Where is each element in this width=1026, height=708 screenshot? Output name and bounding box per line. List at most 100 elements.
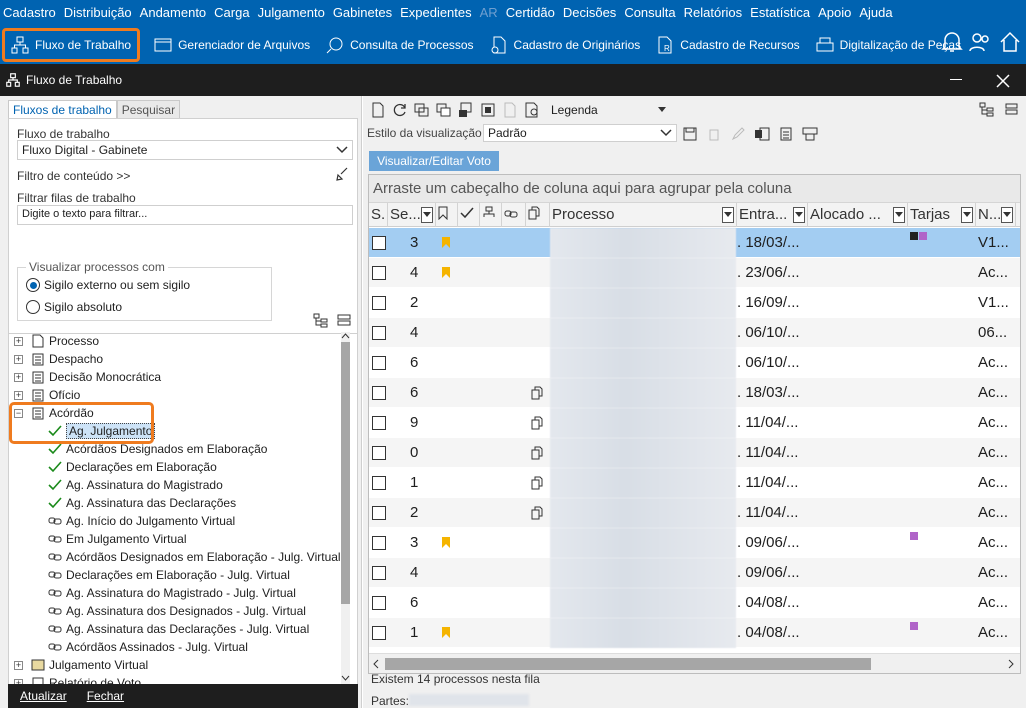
column-header-tree[interactable] <box>480 203 502 227</box>
table-row[interactable]: 4 . 23/06/... Ac... <box>369 257 1020 288</box>
columns-icon[interactable] <box>801 125 819 143</box>
row-checkbox[interactable] <box>372 295 386 310</box>
fluxo-trabalho-button[interactable]: Fluxo de Trabalho <box>2 27 141 62</box>
filter-dropdown-icon[interactable] <box>722 207 734 223</box>
row-select-cell[interactable] <box>369 408 388 438</box>
column-header-attach[interactable] <box>526 203 550 227</box>
menu-andamento[interactable]: Andamento <box>140 5 207 20</box>
table-row[interactable]: 1 . 04/08/... Ac... <box>369 617 1020 648</box>
column-header-seq[interactable]: Se... <box>388 203 436 227</box>
home-icon[interactable] <box>998 30 1022 54</box>
table-row[interactable]: 1 . 11/04/... Ac... <box>369 467 1020 498</box>
row-checkbox[interactable] <box>372 565 386 580</box>
row-checkbox[interactable] <box>372 355 386 370</box>
chevron-down-icon[interactable] <box>341 674 350 682</box>
filter-dropdown-icon[interactable] <box>893 207 905 223</box>
chevron-left-icon[interactable] <box>372 659 380 669</box>
column-header-s[interactable]: S. <box>369 203 388 227</box>
close-icon[interactable] <box>996 74 1010 88</box>
column-header-n[interactable]: N... <box>976 203 1016 227</box>
move-icon[interactable] <box>413 101 431 119</box>
cadastro-originarios-button[interactable]: Cadastro de Originários <box>484 28 647 62</box>
tree-hierarchy-icon[interactable] <box>313 313 328 328</box>
row-processo-cell[interactable] <box>550 317 737 348</box>
row-select-cell[interactable] <box>369 588 388 618</box>
tab-fluxos[interactable]: Fluxos de trabalho <box>8 100 117 120</box>
row-processo-cell[interactable] <box>550 557 737 588</box>
row-select-cell[interactable] <box>369 528 388 558</box>
broom-icon[interactable] <box>335 167 349 181</box>
estilo-select[interactable]: Padrão <box>483 124 677 142</box>
tree-item-assinados-virtual[interactable]: Acórdãos Assinados - Julg. Virtual <box>48 638 248 656</box>
chevron-up-icon[interactable] <box>341 332 350 340</box>
legenda-label[interactable]: Legenda <box>551 103 598 117</box>
menu-expedientes[interactable]: Expedientes <box>400 5 472 20</box>
filtrar-input[interactable]: Digite o texto para filtrar... <box>17 205 353 225</box>
atualizar-button[interactable]: Atualizar <box>20 689 67 703</box>
tree-item-magistrado-virtual[interactable]: Ag. Assinatura do Magistrado - Julg. Vir… <box>48 584 296 602</box>
tree-item-designados-assinatura-virtual[interactable]: Ag. Assinatura dos Designados - Julg. Vi… <box>48 602 306 620</box>
column-header-processo[interactable]: Processo <box>550 203 737 227</box>
radio-sigilo-absoluto[interactable]: Sigilo absoluto <box>26 300 122 314</box>
users-icon[interactable] <box>968 30 992 54</box>
row-processo-cell[interactable] <box>550 227 737 258</box>
tree-item-declaracoes-virtual[interactable]: Declarações em Elaboração - Julg. Virtua… <box>48 566 290 584</box>
row-checkbox[interactable] <box>372 625 386 640</box>
menu-apoio[interactable]: Apoio <box>818 5 851 20</box>
row-select-cell[interactable] <box>369 378 388 408</box>
fechar-button[interactable]: Fechar <box>87 689 124 703</box>
tree-item-em-julgamento-virtual[interactable]: Em Julgamento Virtual <box>48 530 187 548</box>
filter-dropdown-icon[interactable] <box>793 207 805 223</box>
excel-icon[interactable] <box>753 125 771 143</box>
row-checkbox[interactable] <box>372 475 386 490</box>
menu-decisoes[interactable]: Decisões <box>563 5 616 20</box>
dropdown-arrow-icon[interactable] <box>657 107 666 113</box>
row-checkbox[interactable] <box>372 595 386 610</box>
row-processo-cell[interactable] <box>550 437 737 468</box>
refresh-icon[interactable] <box>391 101 409 119</box>
consulta-processos-button[interactable]: Consulta de Processos <box>320 28 479 62</box>
row-select-cell[interactable] <box>369 228 388 258</box>
row-processo-cell[interactable] <box>550 467 737 498</box>
menu-julgamento[interactable]: Julgamento <box>258 5 325 20</box>
minimize-button[interactable] <box>950 79 962 80</box>
table-row[interactable]: 3 . 09/06/... Ac... <box>369 527 1020 558</box>
collapse-icon[interactable] <box>337 313 351 328</box>
menu-cadastro[interactable]: Cadastro <box>3 5 56 20</box>
menu-ajuda[interactable]: Ajuda <box>859 5 892 20</box>
filter-dropdown-icon[interactable] <box>1001 207 1013 223</box>
fluxo-select[interactable]: Fluxo Digital - Gabinete <box>17 140 353 160</box>
tree-item-declaracoes-assinatura-virtual[interactable]: Ag. Assinatura das Declarações - Julg. V… <box>48 620 309 638</box>
grid-hscrollbar-thumb[interactable] <box>385 658 871 670</box>
row-checkbox[interactable] <box>372 505 386 520</box>
export-icon[interactable] <box>457 101 475 119</box>
tree-item-inicio-virtual[interactable]: Ag. Início do Julgamento Virtual <box>48 512 235 530</box>
tree-node-processo[interactable]: + Processo <box>14 332 99 350</box>
filter-dropdown-icon[interactable] <box>421 207 433 223</box>
row-select-cell[interactable] <box>369 468 388 498</box>
tree-scrollbar-thumb[interactable] <box>341 342 350 604</box>
menu-consulta[interactable]: Consulta <box>624 5 675 20</box>
tree-node-julgamento-virtual[interactable]: + Julgamento Virtual <box>14 656 148 674</box>
row-processo-cell[interactable] <box>550 407 737 438</box>
menu-estatistica[interactable]: Estatística <box>750 5 810 20</box>
collapse-icon[interactable] <box>1005 102 1018 116</box>
column-header-tarjas[interactable]: Tarjas <box>908 203 976 227</box>
row-select-cell[interactable] <box>369 438 388 468</box>
column-header-link[interactable] <box>502 203 526 227</box>
table-row[interactable]: 6 . 06/10/... Ac... <box>369 347 1020 378</box>
chevron-right-icon[interactable] <box>1007 659 1015 669</box>
row-select-cell[interactable] <box>369 498 388 528</box>
table-row[interactable]: 4 . 09/06/... Ac... <box>369 557 1020 588</box>
row-select-cell[interactable] <box>369 558 388 588</box>
menu-distribuicao[interactable]: Distribuição <box>64 5 132 20</box>
row-select-cell[interactable] <box>369 318 388 348</box>
menu-gabinetes[interactable]: Gabinetes <box>333 5 392 20</box>
gerenciador-arquivos-button[interactable]: Gerenciador de Arquivos <box>148 28 316 62</box>
tree-hierarchy-icon[interactable] <box>979 102 994 117</box>
new-document-icon[interactable] <box>369 101 387 119</box>
tree-node-decisao[interactable]: + Decisão Monocrática <box>14 368 161 386</box>
tree-item-assinatura-declaracoes[interactable]: Ag. Assinatura das Declarações <box>48 494 236 512</box>
column-header-alocado[interactable]: Alocado ... <box>808 203 908 227</box>
tree-node-relatorio[interactable]: + Relatório de Voto <box>14 674 141 684</box>
